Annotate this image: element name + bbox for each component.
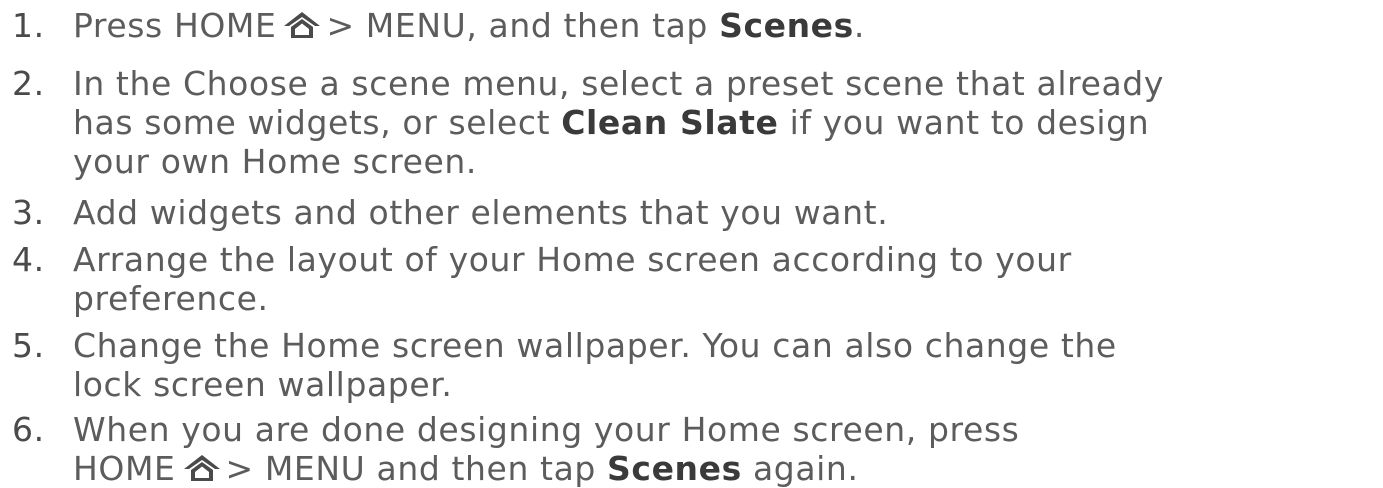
step-text-segment: . [853, 6, 865, 45]
step-line: lock screen wallpaper. [73, 365, 453, 404]
step-line: preference. [73, 279, 269, 318]
step-line: In the Choose a scene menu, select a pre… [73, 64, 1164, 103]
step-number: 3. [12, 193, 45, 232]
step-line: your own Home screen. [73, 142, 478, 181]
step-text-segment: again. [752, 449, 859, 488]
step-text: Add widgets and other elements that you … [73, 193, 888, 232]
step-text-segment: > MENU, and then tap [326, 6, 708, 45]
step-text: When you are done designing your Home sc… [73, 410, 1019, 488]
step-text-segment: > MENU and then tap [225, 449, 596, 488]
step-line: When you are done designing your Home sc… [73, 410, 1020, 449]
clean-slate-label: Clean Slate [561, 103, 779, 142]
step-line: Arrange the layout of your Home screen a… [73, 240, 1072, 279]
instruction-list: 1. Press HOME > MENU, and then tap Scenes… [0, 0, 1383, 488]
step-text-segment: HOME [73, 449, 176, 488]
step-text: Press HOME > MENU, and then tap Scenes. [73, 6, 865, 45]
step-text: In the Choose a scene menu, select a pre… [73, 64, 1164, 181]
step-text: Arrange the layout of your Home screen a… [73, 240, 1072, 318]
step-line: Add widgets and other elements that you … [73, 193, 889, 232]
step-number: 1. [12, 6, 45, 45]
step-number: 2. [12, 64, 45, 103]
step-line: Change the Home screen wallpaper. You ca… [73, 326, 1117, 365]
step-number: 4. [12, 240, 45, 279]
step-text: Change the Home screen wallpaper. You ca… [73, 326, 1117, 404]
home-icon [182, 453, 222, 483]
scenes-label: Scenes [607, 449, 742, 488]
home-icon [282, 10, 322, 40]
scenes-label: Scenes [719, 6, 854, 45]
step-number: 6. [12, 410, 45, 449]
step-text-segment: if you want to design [789, 103, 1150, 142]
step-text-segment: has some widgets, or select [73, 103, 551, 142]
step-text-segment: Press HOME [73, 6, 277, 45]
step-number: 5. [12, 326, 45, 365]
